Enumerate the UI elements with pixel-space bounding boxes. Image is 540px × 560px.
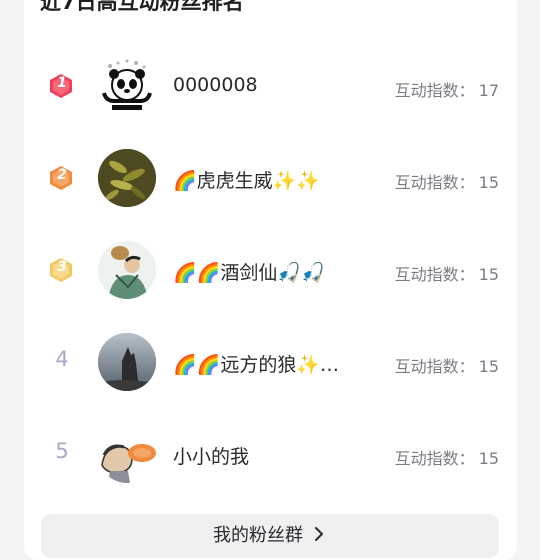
rank-number: 1 bbox=[57, 75, 67, 91]
drinking-man-avatar-icon bbox=[98, 241, 156, 299]
fan-row-4[interactable]: 4 🌈🌈远方的狼✨… 互动指数： 15 bbox=[0, 327, 540, 397]
fan-row-1[interactable]: 1 0000008 互动指数： 17 bbox=[0, 51, 540, 121]
avatar[interactable] bbox=[98, 333, 156, 391]
cartoon-man-avatar-icon bbox=[98, 425, 156, 483]
fan-row-2[interactable]: 2 🌈虎虎生威✨✨ 互动指数： 15 bbox=[0, 143, 540, 213]
fan-name: 🌈🌈远方的狼✨… bbox=[173, 354, 339, 376]
rank-number: 5 bbox=[55, 439, 69, 463]
dried-leaves-avatar-icon bbox=[98, 149, 156, 207]
fan-name: 小小的我 bbox=[173, 446, 250, 468]
howling-wolf-avatar-icon bbox=[98, 333, 156, 391]
fan-row-5[interactable]: 5 小小的我 互动指数： 15 bbox=[0, 419, 540, 489]
interaction-score: 互动指数： 15 bbox=[394, 449, 499, 468]
interaction-score: 互动指数： 15 bbox=[394, 173, 499, 192]
fan-name: 🌈虎虎生威✨✨ bbox=[173, 170, 320, 192]
panda-avatar-icon bbox=[98, 57, 156, 115]
fan-row-3[interactable]: 3 🌈🌈酒剑仙🎣🎣 互动指数： 15 bbox=[0, 235, 540, 305]
avatar[interactable] bbox=[98, 149, 156, 207]
rank-number: 3 bbox=[57, 259, 67, 275]
interaction-score: 互动指数： 17 bbox=[394, 81, 499, 100]
avatar[interactable] bbox=[98, 57, 156, 115]
fan-name: 0000008 bbox=[173, 74, 258, 96]
fan-name: 🌈🌈酒剑仙🎣🎣 bbox=[173, 262, 325, 284]
my-fan-group-label: 我的粉丝群 bbox=[213, 525, 303, 546]
avatar[interactable] bbox=[98, 241, 156, 299]
page-title: 近7日高互动粉丝排名 bbox=[40, 0, 244, 14]
interaction-score: 互动指数： 15 bbox=[394, 265, 499, 284]
avatar[interactable] bbox=[98, 425, 156, 483]
chevron-right-icon bbox=[315, 527, 323, 541]
my-fan-group-button[interactable]: 我的粉丝群 bbox=[41, 514, 499, 558]
rank-number: 2 bbox=[57, 167, 67, 183]
rank-number: 4 bbox=[55, 347, 69, 371]
interaction-score: 互动指数： 15 bbox=[394, 357, 499, 376]
